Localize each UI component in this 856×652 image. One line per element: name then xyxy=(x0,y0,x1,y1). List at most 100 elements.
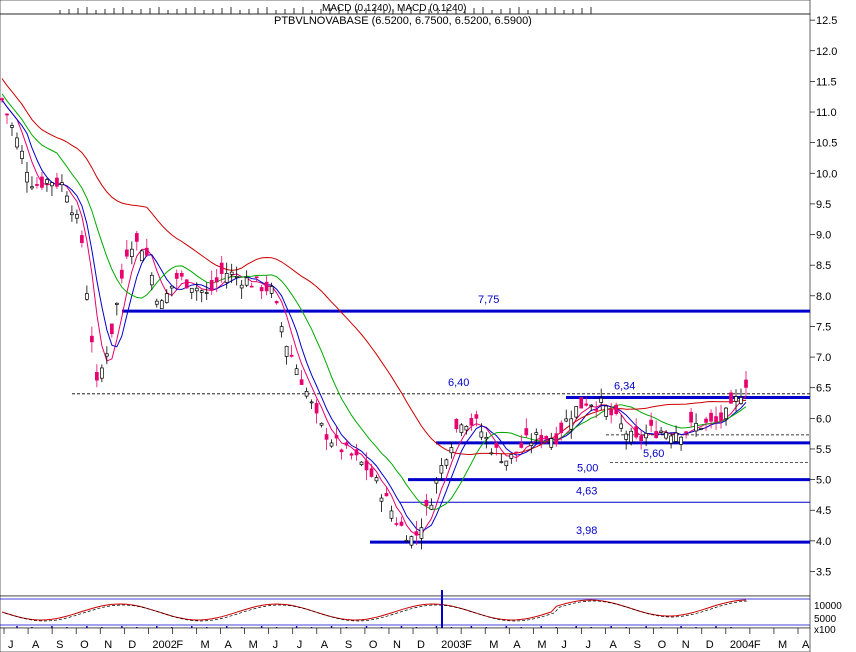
candle-body xyxy=(399,521,404,526)
candle-body xyxy=(444,459,449,466)
x-tick-label: A xyxy=(610,639,618,651)
volume-tick-label: 10000 xyxy=(814,601,842,612)
ma-green-line xyxy=(1,93,747,510)
candle-body xyxy=(249,285,254,288)
volume-tick-label: 5000 xyxy=(814,614,837,625)
candle-body xyxy=(279,326,284,333)
candle-body xyxy=(85,293,89,300)
x-tick-label: F xyxy=(176,639,183,651)
x-tick-label: N xyxy=(682,639,690,651)
candle-body xyxy=(50,182,54,187)
x-tick-label: M xyxy=(200,639,209,651)
candle-body xyxy=(199,290,204,293)
x-tick-label: M xyxy=(537,639,546,651)
candle-body xyxy=(239,284,244,289)
level-label: 5,00 xyxy=(577,463,598,475)
level-label: 5,60 xyxy=(643,448,664,460)
candle-body xyxy=(45,179,49,184)
candle-body xyxy=(394,523,399,525)
candle-body xyxy=(129,248,134,257)
x-tick-label: 2002 xyxy=(152,639,176,651)
y-tick-label: 5.5 xyxy=(816,444,831,456)
candle-body xyxy=(524,428,529,436)
candle-body xyxy=(35,184,39,186)
x-tick-label: 2003 xyxy=(441,639,465,651)
price-chart: 12.5 12.0 11.5 11.0 10.5 10.0 9.5 9.0 8.5 8.0 7.5 7… xyxy=(0,0,842,652)
candle-body xyxy=(434,480,439,484)
candle-body xyxy=(324,434,329,440)
candle-body xyxy=(374,477,379,482)
candle-body xyxy=(439,465,444,474)
candle-body xyxy=(219,262,224,274)
candle-body xyxy=(95,372,99,381)
y-tick-label: 3.5 xyxy=(816,566,831,578)
candle-body xyxy=(114,302,119,305)
x-tick-label: J xyxy=(297,639,303,651)
candle-body xyxy=(5,113,9,116)
x-tick-label: D xyxy=(706,639,714,651)
candle-body xyxy=(159,300,164,309)
candle-body xyxy=(100,367,104,379)
price-legend: PTBVLNOVABASE (6.5200, 6.7500, 6.5200, 6… xyxy=(274,15,532,27)
x-tick-label: N xyxy=(104,639,112,651)
candle-body xyxy=(614,404,619,414)
x-tick-label: D xyxy=(128,639,136,651)
x-tick-label: O xyxy=(658,639,667,651)
candle-body xyxy=(619,423,624,429)
candle-body xyxy=(189,287,194,293)
candle-body xyxy=(254,276,259,279)
candle-body xyxy=(649,419,653,426)
candle-body xyxy=(629,430,634,443)
y-tick-label: 11.5 xyxy=(816,76,837,88)
plot-area xyxy=(0,13,811,597)
candle-body xyxy=(684,431,688,434)
candle-body xyxy=(0,98,4,101)
candle-body xyxy=(659,430,663,433)
candle-body xyxy=(20,150,24,159)
candle-body xyxy=(55,177,59,187)
candle-body xyxy=(65,195,69,203)
volume-tick-label: x100 xyxy=(814,625,836,636)
candle-body xyxy=(389,510,394,519)
candle-body xyxy=(469,418,474,426)
candle-body xyxy=(544,435,549,440)
candle-body xyxy=(634,426,638,438)
candle-body xyxy=(264,281,269,292)
candle-body xyxy=(679,436,683,445)
candle-body xyxy=(729,392,733,404)
candle-body xyxy=(90,335,94,343)
candle-body xyxy=(304,391,309,397)
candle-body xyxy=(269,286,274,294)
candle-body xyxy=(354,449,359,456)
candle-body xyxy=(179,272,184,277)
candle-body xyxy=(134,233,139,242)
candle-body xyxy=(244,277,249,286)
candle-body xyxy=(464,425,469,431)
candle-body xyxy=(40,176,44,188)
y-tick-label: 5.0 xyxy=(816,475,831,487)
candle-body xyxy=(484,436,489,440)
candle-body xyxy=(75,214,79,219)
candle-body xyxy=(584,403,589,406)
candle-body xyxy=(284,345,289,357)
candle-body xyxy=(144,247,149,256)
candle-body xyxy=(229,271,234,275)
candle-body xyxy=(349,453,354,456)
candle-body xyxy=(714,416,718,423)
y-tick-label: 4.0 xyxy=(816,536,831,548)
x-tick-label: J xyxy=(8,639,14,651)
candle-body xyxy=(404,539,409,542)
candle-body xyxy=(454,418,459,430)
candle-body xyxy=(699,427,703,430)
y-tick-label: 8.5 xyxy=(816,260,831,272)
candle-body xyxy=(704,418,708,423)
candle-body xyxy=(609,408,614,416)
candle-body xyxy=(414,531,419,536)
candle-body xyxy=(504,460,509,467)
candle-body xyxy=(734,396,738,402)
x-tick-label: O xyxy=(369,639,378,651)
candle-body xyxy=(559,422,564,433)
candle-body xyxy=(194,287,199,292)
candle-body xyxy=(30,186,34,189)
candle-body xyxy=(314,403,319,414)
